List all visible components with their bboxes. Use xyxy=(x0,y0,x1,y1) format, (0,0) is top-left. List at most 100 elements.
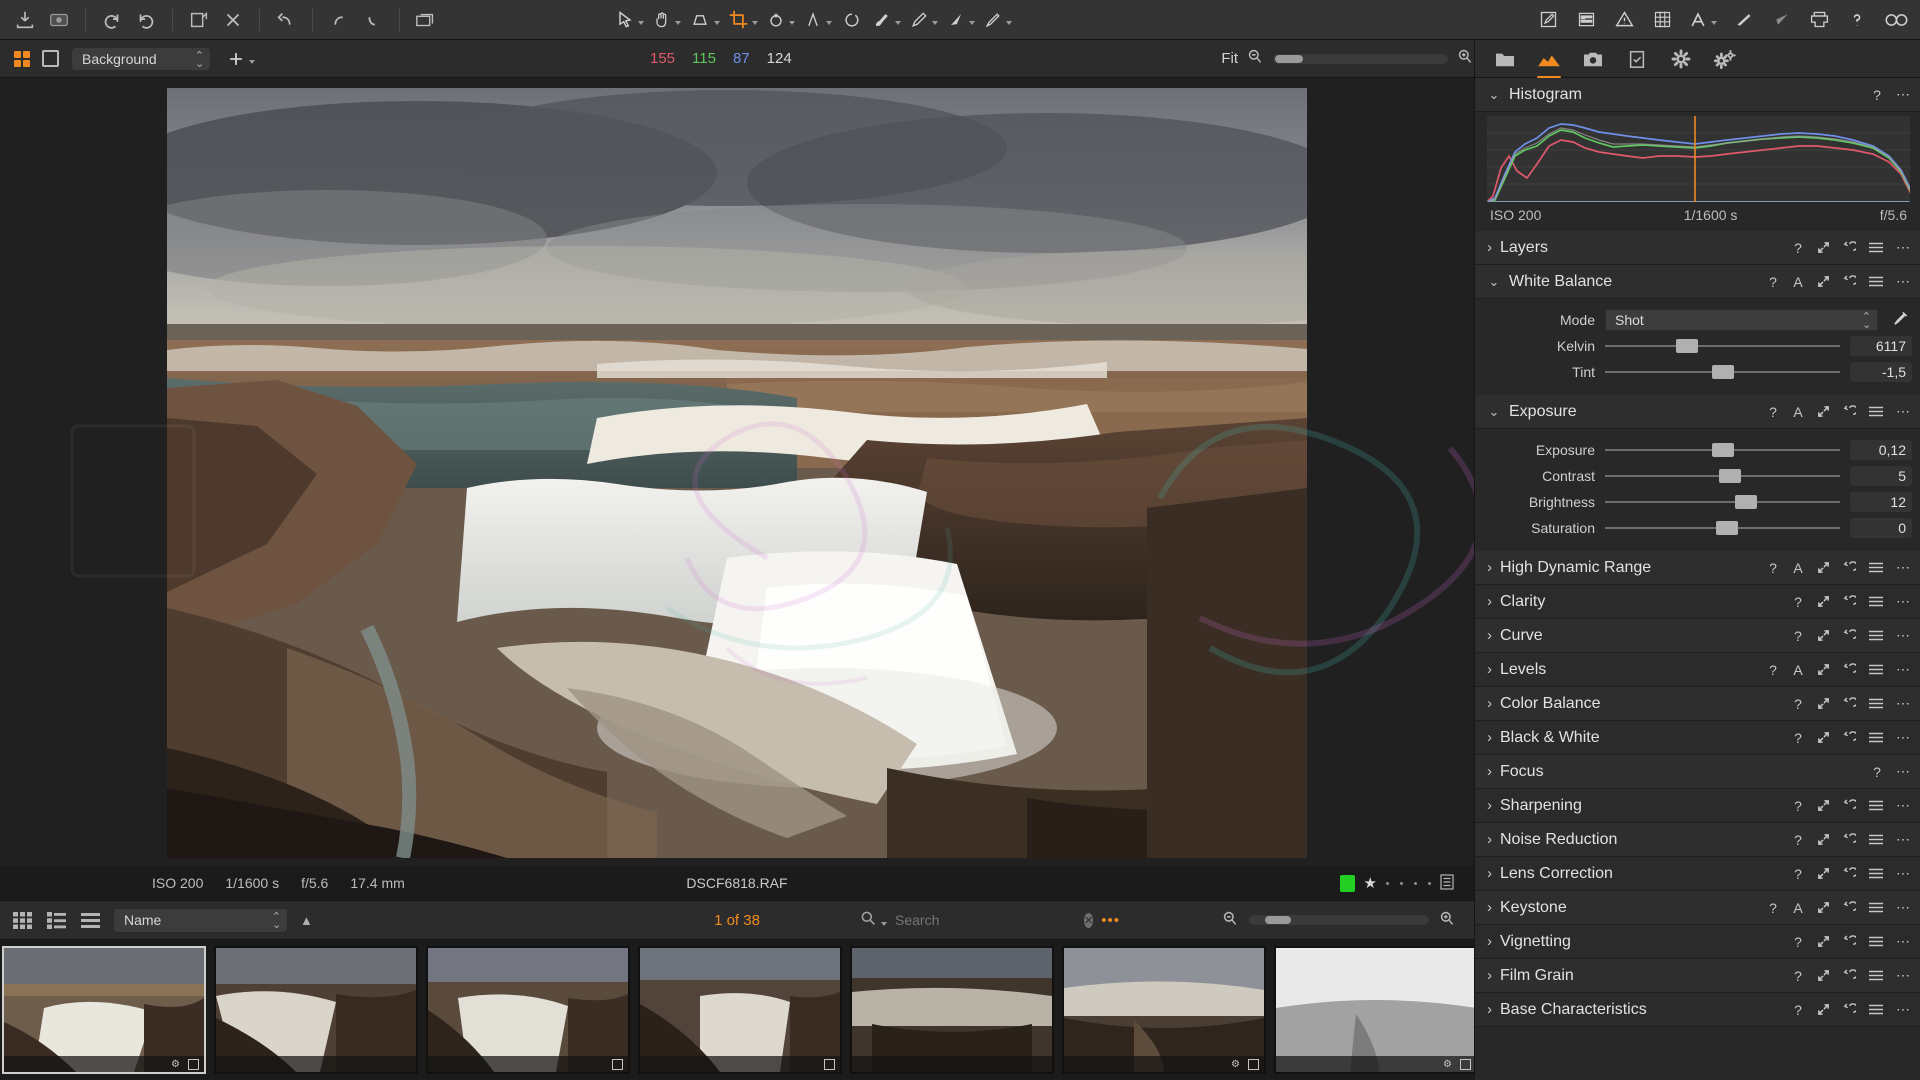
gradient-tool-caret[interactable] xyxy=(969,21,975,25)
chevron-right-icon[interactable]: › xyxy=(1487,797,1492,814)
reset-icon[interactable] xyxy=(1843,1003,1856,1016)
tool-row-vignetting[interactable]: › Vignetting? ⋯ xyxy=(1475,925,1920,959)
menu-icon[interactable] xyxy=(1869,406,1883,417)
list-icon[interactable] xyxy=(1440,873,1454,893)
heal-tool-caret[interactable] xyxy=(1006,21,1012,25)
reset-icon[interactable] xyxy=(1843,731,1856,744)
contrast-slider[interactable] xyxy=(1605,469,1840,483)
search-box[interactable]: ✕ ••• xyxy=(860,908,1119,933)
chevron-right-icon[interactable]: › xyxy=(1487,593,1492,610)
reset-icon[interactable] xyxy=(1843,595,1856,608)
more-icon[interactable]: ⋯ xyxy=(1896,763,1910,780)
search-icon[interactable] xyxy=(860,910,877,931)
more-icon[interactable]: ⋯ xyxy=(1896,239,1910,256)
chevron-right-icon[interactable]: › xyxy=(1487,865,1492,882)
chevron-updown-icon[interactable]: ⌃ ⌃ xyxy=(1862,312,1871,330)
pan-tool-caret[interactable] xyxy=(675,21,681,25)
zoom-out-icon[interactable] xyxy=(1247,48,1264,69)
menu-icon[interactable] xyxy=(1869,800,1883,811)
reset-icon[interactable] xyxy=(1843,275,1856,288)
thumbnail-zoom-slider[interactable] xyxy=(1249,915,1429,925)
color-tag-chip[interactable] xyxy=(1339,874,1355,892)
background-layer-select[interactable]: Background ⌃ ⌃ xyxy=(71,46,211,71)
wb-kelvin-slider[interactable] xyxy=(1605,339,1840,353)
help-icon[interactable]: ? xyxy=(1767,560,1779,576)
reset-icon[interactable] xyxy=(1843,799,1856,812)
wb-kelvin-knob[interactable] xyxy=(1676,339,1699,353)
expand-icon[interactable] xyxy=(1817,969,1830,982)
thumb-1[interactable]: ⚙ xyxy=(2,946,206,1074)
expand-icon[interactable] xyxy=(1817,901,1830,914)
thumb-7[interactable]: ⚙ xyxy=(1274,946,1474,1074)
more-icon[interactable]: ⋯ xyxy=(1896,865,1910,882)
chevron-down-icon[interactable]: ⌄ xyxy=(1487,274,1501,290)
highlight-icon[interactable] xyxy=(1728,5,1758,35)
reset-icon[interactable] xyxy=(1843,969,1856,982)
expand-icon[interactable] xyxy=(1817,629,1830,642)
more-icon[interactable]: ⋯ xyxy=(1896,933,1910,950)
spot-tool-caret[interactable] xyxy=(789,21,795,25)
tool-row-black-white[interactable]: › Black & White? ⋯ xyxy=(1475,721,1920,755)
thumb-3[interactable] xyxy=(426,946,630,1074)
gradient-tool-icon[interactable] xyxy=(943,5,978,35)
tool-row-levels[interactable]: › Levels? A ⋯ xyxy=(1475,653,1920,687)
reset-icon[interactable] xyxy=(1843,935,1856,948)
straighten-tool-caret[interactable] xyxy=(826,21,832,25)
more-icon[interactable]: ⋯ xyxy=(1896,967,1910,984)
brightness-knob[interactable] xyxy=(1735,495,1757,509)
search-caret-icon[interactable] xyxy=(881,922,887,926)
chevron-right-icon[interactable]: › xyxy=(1487,559,1492,576)
brush-tool-caret[interactable] xyxy=(895,21,901,25)
chevron-right-icon[interactable]: › xyxy=(1487,763,1492,780)
keywords-icon[interactable] xyxy=(1571,5,1601,35)
rotate-right-icon[interactable] xyxy=(131,5,161,35)
metadata-tab[interactable] xyxy=(1623,46,1651,72)
chevron-right-icon[interactable]: › xyxy=(1487,933,1492,950)
auto-icon[interactable]: A xyxy=(1792,560,1804,576)
image-viewer[interactable] xyxy=(0,78,1474,866)
chevron-updown-icon[interactable]: ⌃ ⌃ xyxy=(195,50,204,68)
thumb-4[interactable] xyxy=(638,946,842,1074)
pan-tool-icon[interactable] xyxy=(649,5,684,35)
wb-mode-select[interactable]: Shot ⌃ ⌃ xyxy=(1605,309,1878,331)
reset-icon[interactable] xyxy=(1843,833,1856,846)
library-tab[interactable] xyxy=(1491,46,1519,72)
help-icon[interactable]: ? xyxy=(1792,798,1804,814)
pen-tool-icon[interactable] xyxy=(906,5,941,35)
chevron-right-icon[interactable]: › xyxy=(1487,627,1492,644)
menu-icon[interactable] xyxy=(1869,562,1883,573)
eyedropper-icon[interactable] xyxy=(1888,310,1912,331)
single-view-icon[interactable] xyxy=(42,50,59,67)
more-icon[interactable]: ⋯ xyxy=(1896,695,1910,712)
histogram-graph[interactable] xyxy=(1487,116,1910,202)
text-tool-caret[interactable] xyxy=(1711,21,1717,25)
help-icon[interactable]: ? xyxy=(1792,696,1804,712)
more-icon[interactable]: ⋯ xyxy=(1896,1001,1910,1018)
add-layer-icon[interactable] xyxy=(223,44,258,74)
photo-canvas[interactable] xyxy=(167,88,1307,858)
help-icon[interactable]: ? xyxy=(1792,1002,1804,1018)
collapsed-tool-list[interactable]: › High Dynamic Range? A ⋯ › Clarity? ⋯ › Curve? ⋯… xyxy=(1475,551,1920,1080)
help-icon[interactable]: ? xyxy=(1792,832,1804,848)
more-icon[interactable]: ⋯ xyxy=(1896,86,1910,103)
rating-dots[interactable] xyxy=(1386,881,1431,885)
tool-row-clarity[interactable]: › Clarity? ⋯ xyxy=(1475,585,1920,619)
expand-icon[interactable] xyxy=(1817,697,1830,710)
tool-row-sharpening[interactable]: › Sharpening? ⋯ xyxy=(1475,789,1920,823)
tool-row-color-balance[interactable]: › Color Balance? ⋯ xyxy=(1475,687,1920,721)
expand-icon[interactable] xyxy=(1817,405,1830,418)
exposure-value[interactable]: 0,12 xyxy=(1850,440,1912,460)
chevron-right-icon[interactable]: › xyxy=(1487,831,1492,848)
chevron-right-icon[interactable]: › xyxy=(1487,1001,1492,1018)
auto-icon[interactable]: A xyxy=(1792,662,1804,678)
chevron-right-icon[interactable]: › xyxy=(1487,239,1492,256)
chevron-down-icon[interactable]: ⌄ xyxy=(1487,404,1501,420)
redo-alt-icon[interactable] xyxy=(358,5,388,35)
thumb-6[interactable]: ⚙ xyxy=(1062,946,1266,1074)
exposure-warning-icon[interactable] xyxy=(1609,5,1639,35)
chevron-right-icon[interactable]: › xyxy=(1487,967,1492,984)
expand-icon[interactable] xyxy=(1817,935,1830,948)
crop-tool-caret[interactable] xyxy=(752,21,758,25)
chevron-right-icon[interactable]: › xyxy=(1487,695,1492,712)
help-icon[interactable]: ? xyxy=(1792,730,1804,746)
